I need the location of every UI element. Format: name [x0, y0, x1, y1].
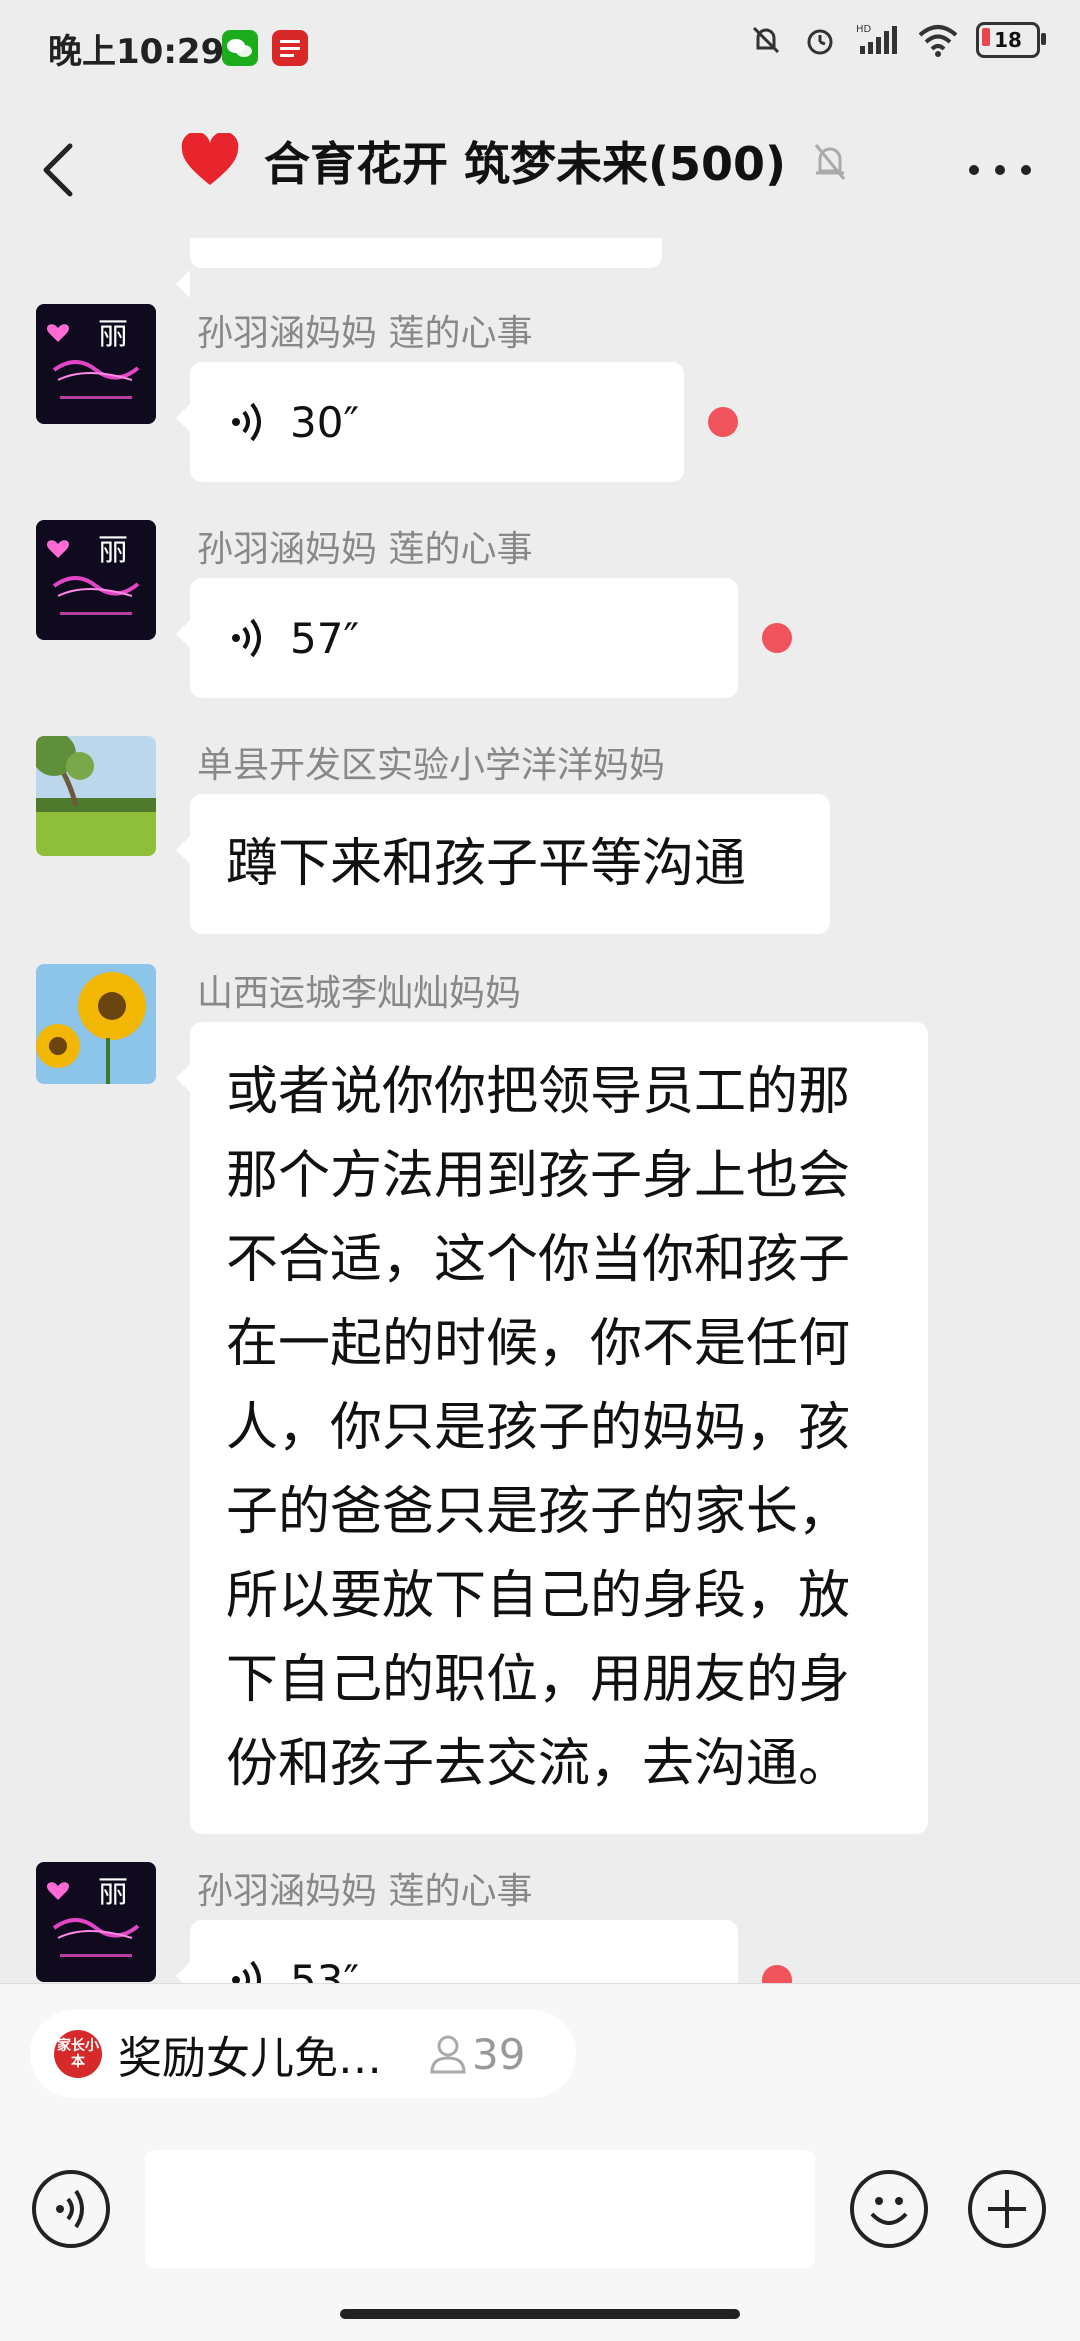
message-text: 蹲下来和孩子平等沟通	[226, 834, 747, 894]
voice-wave-icon	[232, 618, 261, 658]
pinned-live-card[interactable]: 家长小本 奖励女儿免… 39	[30, 2010, 576, 2098]
sender-name: 山西运城李灿灿妈妈	[197, 973, 522, 1014]
status-bar: 晚上10:29 HD 18	[0, 0, 1080, 100]
chat-title-area[interactable]: 合育花开 筑梦未来(500)	[180, 128, 850, 194]
bottom-panel: 家长小本 奖励女儿免… 39	[0, 1983, 1080, 2341]
viewer-count-value: 39	[472, 2029, 526, 2079]
input-bar	[0, 2150, 1080, 2270]
voice-message-bubble[interactable]: 57″	[176, 578, 738, 698]
svg-text:HD: HD	[856, 24, 872, 35]
unread-dot	[762, 1965, 792, 1983]
avatar-text: 丽	[98, 533, 128, 568]
message-text: 或者说你你把领导员工的那那个方法用到孩子身上也会不合适，这个你当你和孩子在一起的…	[226, 1062, 851, 1794]
voice-duration: 30″	[290, 397, 360, 447]
avatar[interactable]	[36, 736, 156, 856]
message-item: 丽 孙羽涵妈妈 莲的心事 57″	[0, 520, 1080, 760]
voice-input-button[interactable]	[32, 2170, 110, 2248]
pinned-title: 奖励女儿免…	[118, 2033, 382, 2084]
pinned-logo: 家长小本	[54, 2030, 102, 2078]
voice-message-bubble[interactable]: 53″	[176, 1920, 738, 1984]
avatar[interactable]: 丽	[36, 1862, 156, 1982]
voice-icon	[56, 2189, 84, 2229]
emoji-button[interactable]	[850, 2170, 928, 2248]
message-item: 山西运城李灿灿妈妈 或者说你你把领导员工的那那个方法用到孩子身上也会不合适，这个…	[0, 964, 1080, 1983]
voice-duration: 57″	[290, 613, 360, 663]
text-message-bubble[interactable]: 蹲下来和孩子平等沟通	[176, 794, 830, 934]
viewer-count: 39	[428, 2030, 525, 2079]
more-button[interactable]	[960, 130, 1040, 210]
status-right: HD 18	[748, 22, 1046, 58]
avatar[interactable]: 丽	[36, 520, 156, 640]
xuexi-icon	[272, 30, 308, 66]
sender-name: 孙羽涵妈妈 莲的心事	[197, 1871, 533, 1912]
status-time: 晚上10:29	[48, 32, 225, 72]
message-input[interactable]	[145, 2150, 815, 2268]
message-item: 丽 孙羽涵妈妈 莲的心事 53″	[0, 1862, 1080, 1983]
battery-level: 18	[994, 28, 1022, 52]
previous-message-bubble[interactable]	[176, 238, 662, 298]
wechat-icon	[222, 30, 258, 66]
hd-signal-icon: HD	[856, 24, 897, 54]
voice-wave-icon	[232, 1960, 261, 1983]
red-heart-icon	[181, 133, 239, 185]
voice-wave-icon	[232, 402, 261, 442]
chat-header: 合育花开 筑梦未来(500)	[0, 100, 1080, 238]
avatar-text: 丽	[98, 317, 128, 352]
avatar[interactable]: 丽	[36, 304, 156, 424]
person-icon	[430, 2035, 466, 2074]
unread-dot	[762, 623, 792, 653]
text-message-bubble[interactable]: 或者说你你把领导员工的那那个方法用到孩子身上也会不合适，这个你当你和孩子在一起的…	[176, 1022, 928, 1834]
mute-bell-icon	[814, 144, 846, 180]
alarm-icon	[807, 29, 833, 55]
chevron-left-icon	[43, 143, 73, 197]
avatar-text: 丽	[98, 1875, 128, 1910]
mute-icon	[752, 26, 780, 54]
chat-list[interactable]: 丽 孙羽涵妈妈 莲的心事 30″ 丽 孙羽涵妈妈 莲的心事 57″ 单县开发区实…	[0, 238, 1080, 1983]
sender-name: 孙羽涵妈妈 莲的心事	[197, 313, 533, 354]
back-button[interactable]	[30, 130, 90, 210]
wifi-icon	[918, 25, 958, 57]
unread-dot	[708, 407, 738, 437]
add-button[interactable]	[968, 2170, 1046, 2248]
message-item: 丽 孙羽涵妈妈 莲的心事 30″	[0, 304, 1080, 544]
avatar[interactable]	[36, 964, 156, 1084]
sender-name: 单县开发区实验小学洋洋妈妈	[197, 745, 666, 786]
plus-icon	[988, 2190, 1026, 2228]
sender-name: 孙羽涵妈妈 莲的心事	[197, 529, 533, 570]
more-dots-icon	[969, 165, 1031, 175]
voice-message-bubble[interactable]: 30″	[176, 362, 684, 482]
home-indicator[interactable]	[340, 2309, 740, 2319]
battery-indicator: 18	[976, 22, 1046, 58]
smiley-icon	[870, 2197, 908, 2225]
voice-duration: 53″	[290, 1955, 360, 1984]
chat-title: 合育花开 筑梦未来(500)	[264, 137, 787, 191]
message-item: 单县开发区实验小学洋洋妈妈 蹲下来和孩子平等沟通	[0, 736, 1080, 976]
